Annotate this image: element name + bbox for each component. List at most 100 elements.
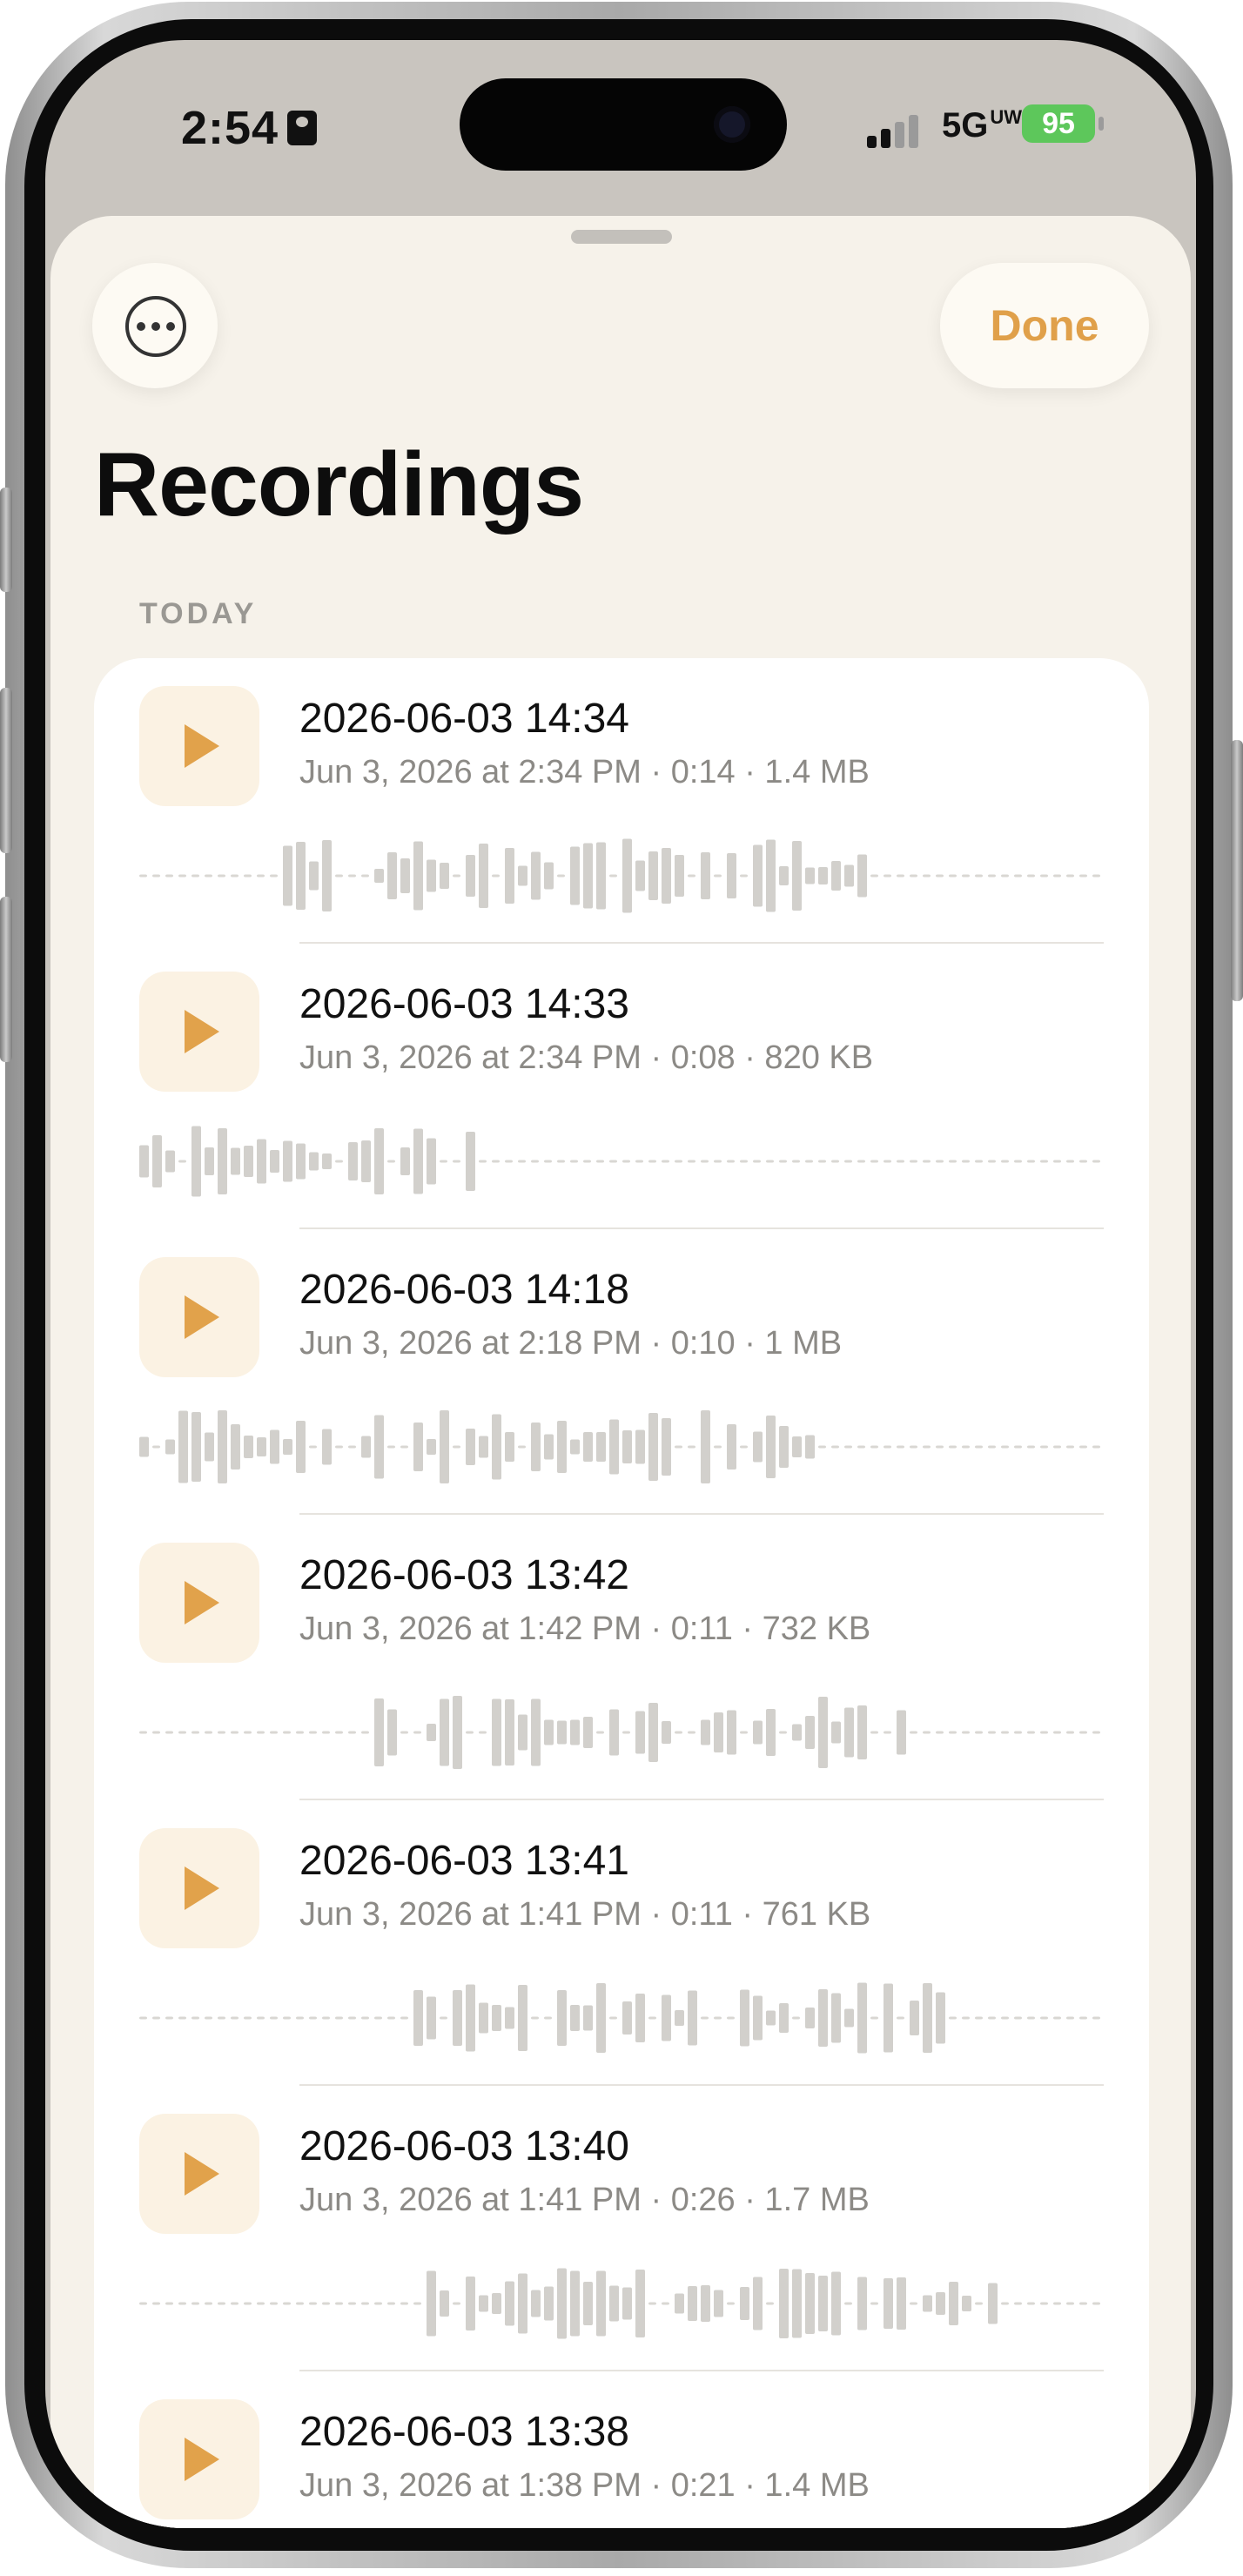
waveform-bar [740, 874, 748, 878]
waveform-bar [701, 1160, 709, 1163]
waveform-bar [766, 1709, 776, 1756]
play-button[interactable] [139, 2114, 259, 2234]
waveform-bar [1040, 1445, 1048, 1449]
waveform-bar [283, 1439, 292, 1455]
waveform-bar [440, 2016, 447, 2020]
waveform-bar [544, 1719, 554, 1745]
waveform-bar [257, 1437, 266, 1456]
waveform-bar [479, 1436, 488, 1458]
waveform-bar [936, 874, 944, 878]
waveform-bar [622, 838, 632, 913]
waveform-bar [257, 2016, 265, 2020]
recording-meta: Jun 3, 2026 at 2:18 PM · 0:10 · 1 MB [299, 1325, 843, 1362]
waveform-bar [988, 874, 996, 878]
waveform-bar [622, 1160, 630, 1163]
recordings-sheet: Done Recordings TODAY 2026-06-03 14:34 Ju… [50, 216, 1191, 2528]
waveform-bar [975, 2302, 983, 2305]
waveform-bar [792, 1436, 802, 1457]
waveform-bar [283, 1731, 291, 1734]
waveform-bar [583, 1432, 593, 1462]
waveform-bar [805, 2273, 815, 2334]
waveform-bar [740, 1160, 748, 1163]
waveform-bar [218, 2302, 225, 2305]
play-button[interactable] [139, 686, 259, 806]
waveform-bar [910, 1445, 917, 1449]
play-button[interactable] [139, 1257, 259, 1377]
waveform-bar [283, 2016, 291, 2020]
waveform-bar [440, 2290, 449, 2317]
waveform-bar [844, 864, 854, 887]
waveform-bar [466, 1429, 475, 1465]
waveform-bar [492, 874, 500, 878]
waveform-bar [531, 1160, 539, 1163]
waveform-bar [1014, 2016, 1022, 2020]
waveform-bar [701, 1410, 710, 1483]
list-item[interactable]: 2026-06-03 13:38 Jun 3, 2026 at 1:38 PM ·… [94, 2371, 1149, 2528]
waveform-bar [205, 1432, 214, 1462]
waveform-bar [1053, 1445, 1061, 1449]
waveform-bar [165, 2302, 173, 2305]
play-button[interactable] [139, 972, 259, 1092]
more-options-button[interactable] [92, 263, 218, 388]
waveform [139, 1126, 1100, 1197]
waveform-bar [714, 874, 722, 878]
waveform-bar [923, 1160, 931, 1163]
play-button[interactable] [139, 2399, 259, 2519]
waveform-bar [270, 874, 278, 878]
list-item[interactable]: 2026-06-03 14:33 Jun 3, 2026 at 2:34 PM ·… [94, 944, 1149, 1229]
waveform-bar [949, 2282, 958, 2325]
list-item[interactable]: 2026-06-03 13:41 Jun 3, 2026 at 1:41 PM ·… [94, 1800, 1149, 2086]
waveform-bar [596, 2270, 606, 2337]
waveform-bar [884, 1983, 893, 2053]
list-item[interactable]: 2026-06-03 13:42 Jun 3, 2026 at 1:42 PM ·… [94, 1515, 1149, 1800]
list-item[interactable]: 2026-06-03 14:34 Jun 3, 2026 at 2:34 PM ·… [94, 658, 1149, 944]
waveform-bar [479, 844, 488, 908]
waveform-bar [740, 1445, 748, 1449]
waveform-bar [413, 1731, 421, 1734]
waveform-bar [492, 2005, 501, 2031]
waveform-bar [244, 2302, 252, 2305]
list-item[interactable]: 2026-06-03 14:18 Jun 3, 2026 at 2:18 PM ·… [94, 1229, 1149, 1515]
play-button[interactable] [139, 1828, 259, 1948]
waveform-bar [231, 1147, 240, 1175]
waveform-bar [1066, 1160, 1074, 1163]
waveform-bar [596, 1731, 604, 1734]
waveform-bar [244, 1146, 253, 1177]
waveform-bar [479, 2002, 488, 2034]
waveform-bar [1066, 874, 1074, 878]
waveform-bar [583, 1160, 591, 1163]
waveform-bar [831, 1445, 839, 1449]
network-label: 5GUW [942, 106, 1022, 145]
waveform-bar [466, 1132, 475, 1191]
waveform-bar [205, 2016, 212, 2020]
waveform-bar [270, 1150, 279, 1173]
waveform-bar [648, 2016, 656, 2020]
waveform-bar [466, 855, 475, 897]
done-button[interactable]: Done [940, 263, 1149, 388]
waveform [139, 838, 1100, 913]
waveform-bar [622, 2287, 632, 2320]
waveform-bar [505, 2281, 514, 2326]
waveform-bar [361, 2016, 369, 2020]
sheet-grabber[interactable] [571, 230, 672, 244]
waveform-bar [413, 841, 423, 911]
waveform-bar [231, 1731, 239, 1734]
play-button[interactable] [139, 1543, 259, 1663]
waveform-bar [870, 1445, 878, 1449]
waveform-bar [557, 2268, 567, 2339]
waveform-bar [975, 1445, 983, 1449]
waveform-bar [544, 862, 554, 890]
list-item[interactable]: 2026-06-03 13:40 Jun 3, 2026 at 1:41 PM ·… [94, 2086, 1149, 2371]
waveform-bar [387, 852, 397, 899]
waveform-bar [257, 2302, 265, 2305]
waveform-bar [635, 2270, 645, 2337]
waveform-bar [296, 1421, 306, 1473]
waveform-bar [165, 1439, 175, 1455]
waveform-bar [544, 2016, 552, 2020]
waveform-bar [283, 1140, 292, 1182]
waveform-bar [139, 1436, 149, 1457]
status-time-text: 2:54 [181, 102, 279, 154]
waveform-bar [936, 2292, 945, 2315]
waveform-bar [557, 1720, 567, 1745]
waveform-bar [139, 1731, 147, 1734]
